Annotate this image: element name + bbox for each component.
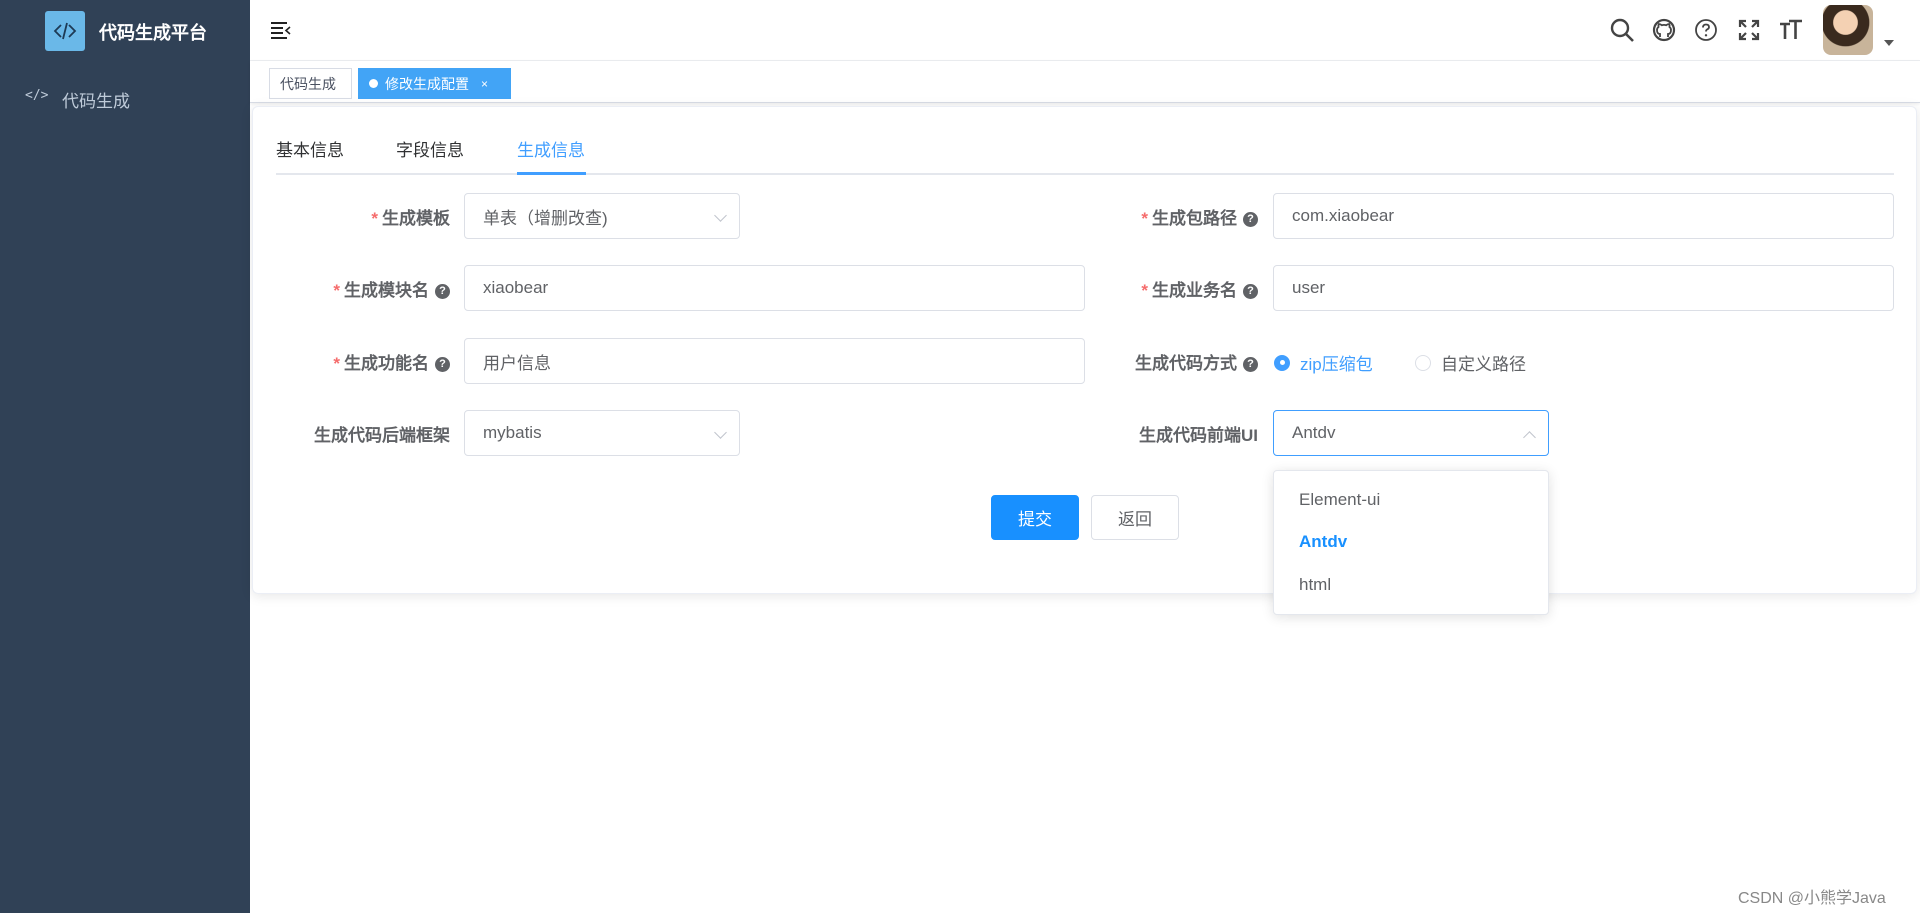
function-name-input[interactable]: 用户信息	[464, 338, 1085, 384]
submit-button[interactable]: 提交	[991, 495, 1079, 540]
question-icon[interactable]: ?	[435, 284, 450, 299]
tab-gen-info[interactable]: 生成信息	[517, 136, 585, 161]
business-name-input[interactable]: user	[1273, 265, 1894, 311]
radio-unchecked-icon	[1415, 354, 1431, 371]
select-value: Antdv	[1292, 423, 1336, 442]
logo	[45, 11, 85, 51]
fullscreen-icon[interactable]	[1734, 15, 1764, 45]
chevron-up-icon	[1523, 431, 1536, 444]
watermark: CSDN @小熊学Java	[1738, 890, 1886, 907]
gen-type-label: 生成代码方式?	[1040, 349, 1258, 374]
app-title: 代码生成平台	[99, 23, 207, 43]
code-logo-icon	[53, 22, 77, 40]
tab-column-info[interactable]: 字段信息	[396, 136, 464, 161]
tpl-category-select[interactable]: 单表（增删改查)	[464, 193, 740, 239]
radio-checked-icon	[1274, 354, 1290, 371]
frontend-ui-dropdown: Element-ui Antdv html	[1273, 470, 1549, 615]
dropdown-option-antdv[interactable]: Antdv	[1299, 532, 1347, 552]
required-mark: *	[333, 281, 340, 300]
package-name-label: * 生成包路径?	[1040, 204, 1258, 229]
function-name-label: * 生成功能名?	[250, 349, 450, 374]
frontend-ui-select[interactable]: Antdv	[1273, 410, 1549, 456]
module-name-label: * 生成模块名?	[250, 276, 450, 301]
input-value: com.xiaobear	[1292, 206, 1395, 225]
caret-down-icon[interactable]	[1884, 40, 1894, 46]
radio-label: zip压缩包	[1300, 355, 1373, 374]
tab-basic-info[interactable]: 基本信息	[276, 136, 344, 161]
chevron-down-icon	[714, 426, 727, 439]
input-value: 用户信息	[483, 353, 551, 373]
github-icon[interactable]	[1649, 15, 1679, 45]
search-icon[interactable]	[1607, 15, 1637, 45]
question-icon[interactable]: ?	[1243, 212, 1258, 227]
question-icon[interactable]: ?	[435, 357, 450, 372]
active-dot-icon	[369, 79, 378, 88]
sidebar-item-label: 代码生成	[62, 92, 130, 111]
avatar[interactable]	[1823, 5, 1873, 55]
dropdown-option-element-ui[interactable]: Element-ui	[1299, 490, 1380, 510]
hamburger-menu-icon[interactable]	[270, 19, 292, 41]
tab-active-indicator	[517, 172, 586, 175]
select-value: 单表（增删改查)	[483, 208, 608, 228]
input-value: xiaobear	[483, 278, 549, 297]
frontend-ui-label: 生成代码前端UI	[1139, 426, 1258, 445]
business-name-label: * 生成业务名?	[1040, 276, 1258, 301]
backend-framework-select[interactable]: mybatis	[464, 410, 740, 456]
select-value: mybatis	[483, 423, 542, 442]
tag-code-gen[interactable]: 代码生成	[269, 68, 352, 99]
font-size-icon[interactable]	[1776, 15, 1806, 45]
radio-custom-path[interactable]: 自定义路径	[1415, 350, 1526, 375]
required-mark: *	[371, 209, 378, 228]
question-icon[interactable]: ?	[1243, 357, 1258, 372]
help-icon[interactable]	[1691, 15, 1721, 45]
question-icon[interactable]: ?	[1243, 284, 1258, 299]
chevron-down-icon	[714, 209, 727, 222]
dropdown-option-html[interactable]: html	[1299, 575, 1331, 595]
tpl-category-label: * 生成模板	[371, 209, 450, 228]
module-name-input[interactable]: xiaobear	[464, 265, 1085, 311]
back-button[interactable]: 返回	[1091, 495, 1179, 540]
tag-edit-config[interactable]: 修改生成配置 ×	[358, 68, 511, 99]
required-mark: *	[333, 354, 340, 373]
sidebar	[0, 0, 250, 913]
package-name-input[interactable]: com.xiaobear	[1273, 193, 1894, 239]
required-mark: *	[1141, 209, 1148, 228]
radio-zip[interactable]: zip压缩包	[1274, 350, 1373, 375]
tag-label: 修改生成配置	[385, 75, 469, 92]
input-value: user	[1292, 278, 1326, 297]
radio-label: 自定义路径	[1441, 355, 1526, 374]
required-mark: *	[1141, 281, 1148, 300]
close-icon[interactable]: ×	[481, 77, 488, 91]
backend-framework-label: 生成代码后端框架	[314, 426, 450, 445]
code-icon: </>	[25, 88, 49, 103]
tag-label: 代码生成	[280, 75, 336, 92]
